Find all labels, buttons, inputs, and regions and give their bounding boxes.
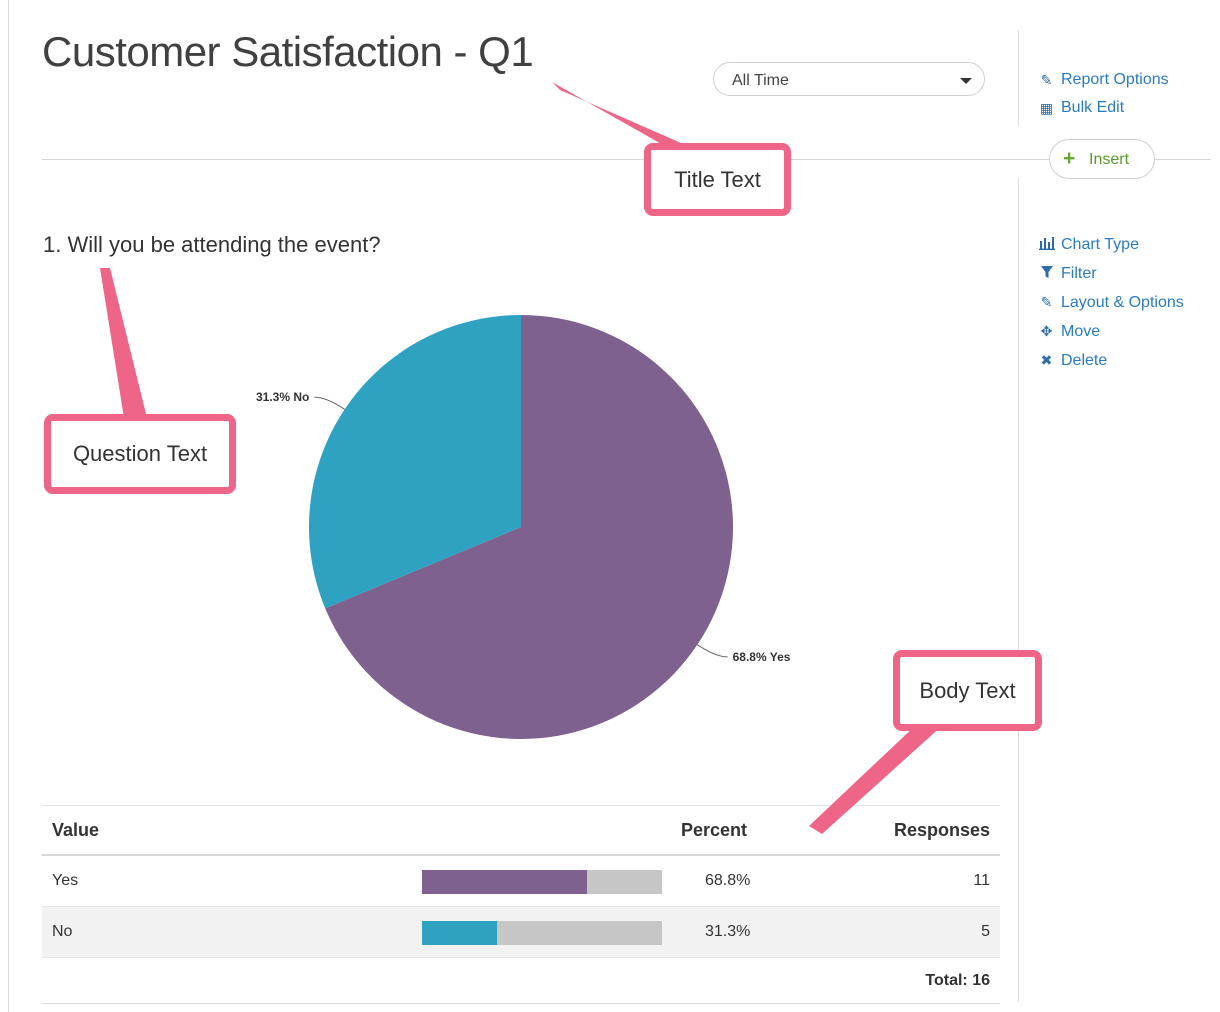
body-text-callout: Body Text: [893, 650, 1042, 731]
annotation-pointers: [100, 82, 944, 834]
title-callout-pointer: [552, 82, 697, 150]
question-callout-pointer: [100, 268, 147, 418]
question-text-callout: Question Text: [44, 414, 236, 494]
title-text-callout-label: Title Text: [674, 166, 761, 192]
body-callout-pointer: [809, 724, 944, 834]
title-text-callout: Title Text: [644, 143, 791, 216]
body-text-callout-label: Body Text: [919, 677, 1016, 703]
question-text-callout-label: Question Text: [72, 441, 208, 466]
